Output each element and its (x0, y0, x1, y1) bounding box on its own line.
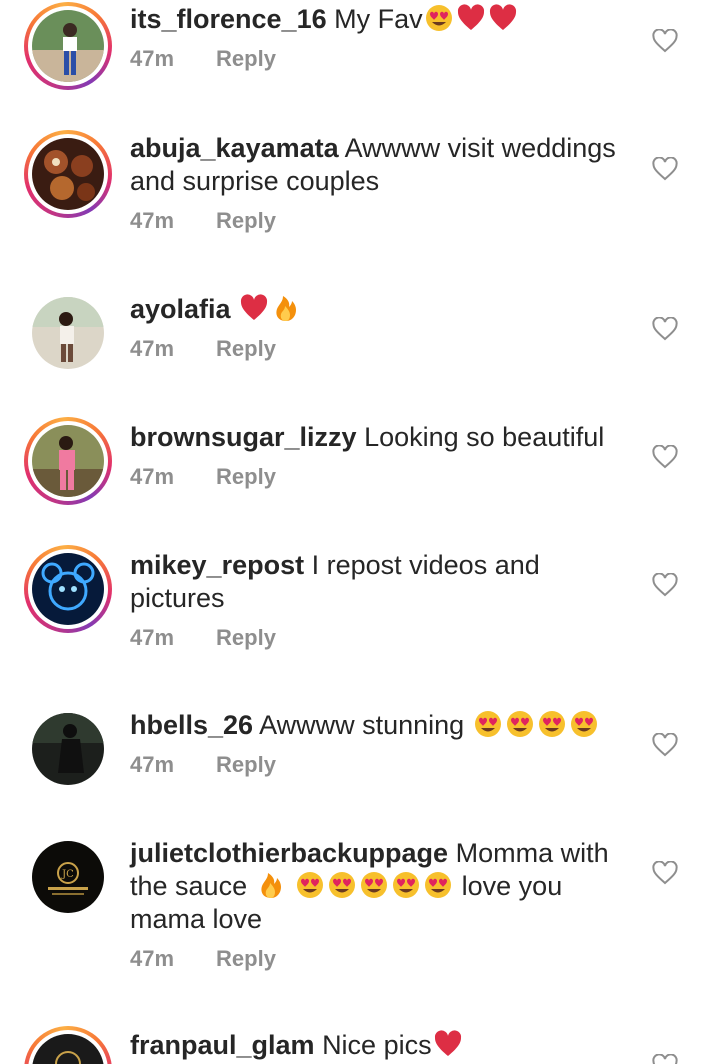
heart-eyes-icon (473, 709, 503, 739)
red-heart-icon (488, 3, 518, 33)
comment-text: its_florence_16 My Fav (130, 3, 630, 36)
reply-button[interactable]: Reply (216, 464, 276, 490)
avatar[interactable]: JC (24, 833, 112, 921)
comment-username[interactable]: julietclothierbackuppage (130, 838, 448, 868)
reply-button[interactable]: Reply (216, 208, 276, 234)
heart-eyes-icon (359, 870, 389, 900)
comment-body: Looking so beautiful (364, 422, 605, 452)
reply-button[interactable]: Reply (216, 752, 276, 778)
comment-text: franpaul_glam Nice pics (130, 1029, 630, 1062)
comment-meta: 47m Reply (130, 336, 630, 362)
comment-meta: 47m Reply (130, 208, 630, 234)
reply-button[interactable]: Reply (216, 625, 276, 651)
reply-button[interactable]: Reply (216, 336, 276, 362)
avatar[interactable] (24, 417, 112, 505)
heart-eyes-icon (391, 870, 421, 900)
comment-time: 47m (130, 464, 175, 489)
avatar[interactable] (24, 545, 112, 633)
comment-time: 47m (130, 208, 175, 233)
comment-body: My Fav (334, 4, 423, 34)
comment-text: brownsugar_lizzy Looking so beautiful (130, 421, 630, 454)
comment-time: 47m (130, 46, 175, 71)
heart-eyes-icon (505, 709, 535, 739)
heart-eyes-icon (295, 870, 325, 900)
avatar[interactable] (24, 130, 112, 218)
avatar[interactable] (24, 1026, 112, 1064)
comment-time: 47m (130, 336, 175, 361)
comment-username[interactable]: mikey_repost (130, 550, 304, 580)
svg-text:JC: JC (61, 869, 74, 880)
comment-time: 47m (130, 625, 175, 650)
reply-button[interactable]: Reply (216, 46, 276, 72)
heart-eyes-icon (423, 870, 453, 900)
red-heart-icon (433, 1029, 463, 1059)
like-heart-icon[interactable] (652, 317, 678, 341)
comment-username[interactable]: abuja_kayamata (130, 133, 339, 163)
like-heart-icon[interactable] (652, 29, 678, 53)
comment-meta: 47m Reply (130, 46, 630, 72)
like-heart-icon[interactable] (652, 1054, 678, 1064)
fire-icon (256, 870, 286, 900)
avatar[interactable] (24, 705, 112, 793)
like-heart-icon[interactable] (652, 573, 678, 597)
comment-meta: 47m Reply (130, 752, 630, 778)
red-heart-icon (456, 3, 486, 33)
comment-username[interactable]: its_florence_16 (130, 4, 327, 34)
comment-text: hbells_26 Awwww stunning (130, 709, 630, 742)
like-heart-icon[interactable] (652, 157, 678, 181)
reply-button[interactable]: Reply (216, 946, 276, 972)
red-heart-icon (239, 293, 269, 323)
comment-username[interactable]: franpaul_glam (130, 1030, 315, 1060)
comment-username[interactable]: brownsugar_lizzy (130, 422, 357, 452)
comment-meta: 47m Reply (130, 946, 630, 972)
heart-eyes-icon (569, 709, 599, 739)
heart-eyes-icon (424, 3, 454, 33)
comment-meta: 47m Reply (130, 625, 630, 651)
comment-username[interactable]: hbells_26 (130, 710, 253, 740)
comment-body: Awwww stunning (259, 710, 465, 740)
comment-text: mikey_repost I repost videos and picture… (130, 549, 630, 615)
comment-text: ayolafia (130, 293, 630, 326)
comment-time: 47m (130, 946, 175, 971)
comments-list: its_florence_16 My Fav 47m Reply abuja_k… (0, 0, 720, 1064)
comment-text: abuja_kayamata Awwww visit weddings and … (130, 132, 630, 198)
heart-eyes-icon (537, 709, 567, 739)
like-heart-icon[interactable] (652, 445, 678, 469)
avatar[interactable] (24, 289, 112, 377)
comment-username[interactable]: ayolafia (130, 294, 231, 324)
comment-time: 47m (130, 752, 175, 777)
comment-text: julietclothierbackuppage Momma with the … (130, 837, 630, 936)
fire-icon (271, 293, 301, 323)
comment-meta: 47m Reply (130, 464, 630, 490)
heart-eyes-icon (327, 870, 357, 900)
avatar[interactable] (24, 2, 112, 90)
comment-body: Nice pics (322, 1030, 432, 1060)
like-heart-icon[interactable] (652, 733, 678, 757)
like-heart-icon[interactable] (652, 861, 678, 885)
